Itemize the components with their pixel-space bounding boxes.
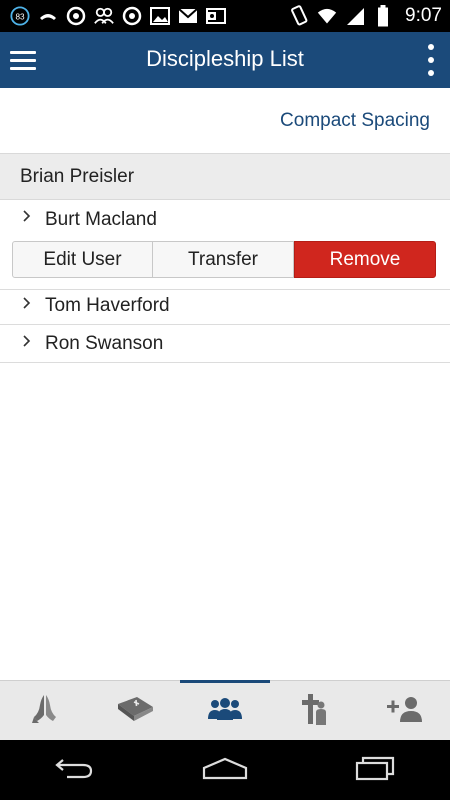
edit-user-button[interactable]: Edit User [12, 241, 153, 278]
list-item-label: Tom Haverford [45, 295, 170, 316]
section-header: Brian Preisler [0, 154, 450, 200]
page-title: Discipleship List [146, 46, 304, 71]
circle-a-icon [66, 6, 86, 26]
remove-button[interactable]: Remove [294, 241, 436, 278]
notification-count-icon: 83 [10, 6, 30, 26]
list-item-label: Ron Swanson [45, 333, 164, 354]
transfer-button[interactable]: Transfer [153, 241, 294, 278]
tab-discipleship[interactable] [180, 680, 270, 741]
missed-call-icon [38, 6, 58, 26]
compact-spacing-row: Compact Spacing [0, 88, 450, 154]
tab-bible[interactable] [90, 681, 180, 741]
image-icon [150, 6, 170, 26]
recents-icon [353, 755, 397, 786]
group-icon [207, 697, 243, 726]
home-icon [200, 756, 250, 785]
circle-a-icon [122, 6, 142, 26]
overflow-menu-icon[interactable] [426, 44, 436, 76]
status-time: 9:07 [405, 5, 442, 26]
notification-count: 83 [15, 13, 25, 22]
cross-person-icon [300, 692, 330, 731]
list-item-label: Burt Macland [45, 209, 157, 230]
app-bar: Discipleship List [0, 32, 450, 88]
praying-hands-icon [30, 693, 60, 730]
people-icon [94, 6, 114, 26]
home-button[interactable] [190, 745, 260, 795]
vibrate-icon [289, 5, 309, 26]
tab-prayer[interactable] [0, 681, 90, 741]
system-nav-bar [0, 740, 450, 800]
battery-icon [373, 5, 393, 27]
signal-icon [345, 6, 365, 26]
outlook-icon [206, 6, 226, 26]
list-item[interactable]: Tom Haverford [0, 290, 450, 325]
tab-cross[interactable] [270, 681, 360, 741]
compact-spacing-button[interactable]: Compact Spacing [280, 110, 430, 132]
chevron-right-icon [22, 296, 32, 315]
tab-add-disciple[interactable] [360, 681, 450, 741]
status-bar: 83 9:07 [0, 0, 450, 32]
add-person-icon [385, 695, 425, 728]
chevron-right-icon [22, 334, 32, 353]
back-icon [53, 756, 97, 785]
bottom-tab-bar [0, 680, 450, 740]
recents-button[interactable] [340, 745, 410, 795]
list-item[interactable]: Ron Swanson [0, 325, 450, 363]
back-button[interactable] [40, 745, 110, 795]
gmail-icon [178, 6, 198, 26]
wifi-icon [317, 6, 337, 26]
bible-icon [115, 694, 155, 729]
section-header-label: Brian Preisler [20, 166, 135, 187]
chevron-right-icon [22, 209, 32, 228]
row-action-bar: Edit User Transfer Remove [12, 241, 436, 278]
